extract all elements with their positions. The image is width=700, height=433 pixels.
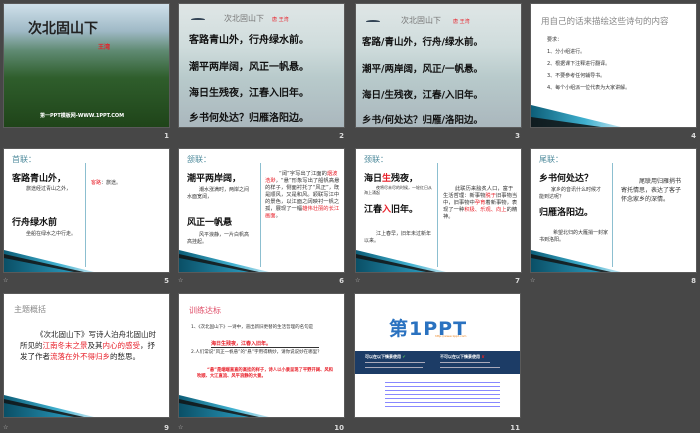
translation: 希望北归的大雁捎一封家书到洛阳。 <box>539 230 609 243</box>
bullet-item: 2、根据课下注释进行翻译。 <box>547 61 611 67</box>
translation: 坐船在绿水之中行走。 <box>26 231 77 237</box>
poem-line: 海日生残夜， <box>364 174 419 184</box>
poem-line: 乡书何处达？ <box>539 174 594 184</box>
poem-line: 乡书/何处达？归雁/洛阳边。 <box>362 115 483 126</box>
slide-number: 8 <box>691 277 696 285</box>
slide-number: 2 <box>339 132 344 140</box>
translation: 风平浪静，一片白帆高高挂起。 <box>187 232 250 245</box>
question: 2.人们常说“风正一帆悬”的“悬”字用得精妙，请你说说妙在哪里？ <box>191 350 322 355</box>
translation: 江上春早，旧年未过新年以来。 <box>364 231 432 244</box>
poem-line: 海日/生残夜，江春/入旧年。 <box>362 90 483 101</box>
slide-number: 4 <box>691 132 696 140</box>
poem-line: 潮平两岸阔，风正一帆悬。 <box>189 62 309 73</box>
slide-heading: 颈联： <box>364 155 388 164</box>
poem-line: 潮平/两岸阔，风正/一帆悬。 <box>362 64 483 75</box>
translation: 潮水涨满时，两岸之间水面宽阔， <box>187 187 250 200</box>
note-term: 客路 <box>91 180 102 186</box>
info-band: 可以在以下情景使用 ✔ 不可以在以下情景使用 ✘ <box>355 351 520 374</box>
poem-line: 风正一帆悬 <box>187 218 233 228</box>
poem-line: 归雁洛阳边。 <box>539 208 594 218</box>
animation-icon: ☆ <box>178 424 184 431</box>
note: “阔”字写出了江面的烟波浩渺，“悬”形象写出了船帆高悬的样子，侧面衬托了“风正”… <box>265 171 340 219</box>
cross-icon: ✘ <box>481 354 485 359</box>
poem-line: 客路/青山外，行舟/绿水前。 <box>362 37 483 48</box>
divider <box>85 163 86 267</box>
slide-title: 次北固山下 <box>28 21 98 37</box>
animation-icon: ☆ <box>3 424 9 431</box>
slide-heading: 训练达标 <box>189 306 221 315</box>
poem-line: 客路青山外，行舟绿水前。 <box>189 35 309 46</box>
slide-author: 唐 王湾 <box>453 19 470 25</box>
slide-thumbnail-9[interactable]: 主题概括 《次北固山下》写诗人泊舟北固山时所见的江南冬末之景及其内心的感受，抒发… <box>3 293 170 418</box>
bullet-item: 1、分小组进行。 <box>547 49 586 55</box>
bullet-item: 3、不要参考任何辅导书。 <box>547 73 606 79</box>
slide-thumbnail-6[interactable]: 颔联： 潮平两岸阔， 潮水涨满时，两岸之间水面宽阔， 风正一帆悬 风平浪静，一片… <box>178 148 345 273</box>
slide-thumbnail-1[interactable]: 次北固山下 王湾 第一PPT模板网-WWW.1PPT.COM <box>3 3 170 128</box>
animation-icon: ☆ <box>530 277 536 284</box>
bird-icon <box>366 20 380 23</box>
slide-thumbnail-11[interactable]: 第1PPT http://www.1ppt.com 可以在以下情景使用 ✔ 不可… <box>354 293 521 418</box>
translation: 旅途经过青山之外， <box>26 186 72 192</box>
slide-number: 9 <box>164 424 169 432</box>
slide-author: 唐 王湾 <box>272 17 289 23</box>
question: 1、《次北固山下》一诗中，道出新旧更替的生活哲理的名句是 <box>191 325 314 330</box>
translation: 夜将尽未尽的时候，一轮红日从海上涌起 <box>364 185 432 195</box>
slide-thumbnail-8[interactable]: 尾联： 乡书何处达？ 家乡的音讯什么时候才能到达呢？ 归雁洛阳边。 希望北归的大… <box>530 148 697 273</box>
note: 客路：旅途。 <box>91 180 121 187</box>
translation: 家乡的音讯什么时候才能到达呢？ <box>539 187 602 200</box>
slide-number: 3 <box>515 132 520 140</box>
slide-number: 11 <box>510 424 520 432</box>
slide-thumbnail-7[interactable]: 颈联： 海日生残夜， 夜将尽未尽的时候，一轮红日从海上涌起 江春入旧年。 江上春… <box>355 148 522 273</box>
note: 尾联用归雁捎书寄托情思，表达了客子怀念家乡的深情。 <box>621 178 682 203</box>
slide-number: 1 <box>164 132 169 140</box>
animation-icon: ☆ <box>178 277 184 284</box>
slide-heading: 尾联： <box>539 155 563 164</box>
slide-author: 王湾 <box>98 44 111 51</box>
link-list <box>385 382 500 408</box>
poem-line: 行舟绿水前 <box>12 218 58 228</box>
poem-line: 客路青山外， <box>12 174 67 184</box>
animation-icon: ☆ <box>3 277 9 284</box>
divider <box>260 163 261 267</box>
poem-line: 乡书何处达？归雁洛阳边。 <box>189 113 309 124</box>
cannot-use-label: 不可以在以下情景使用 ✘ <box>440 354 485 359</box>
slide-number: 5 <box>164 277 169 285</box>
slide-thumbnail-2[interactable]: 次北固山下 唐 王湾 客路青山外，行舟绿水前。 潮平两岸阔，风正一帆悬。 海日生… <box>178 3 345 128</box>
slide-thumbnail-10[interactable]: 训练达标 1、《次北固山下》一诗中，道出新旧更替的生活哲理的名句是 海日生残夜，… <box>178 293 345 418</box>
slide-title: 次北固山下 <box>224 14 264 23</box>
divider <box>612 163 613 267</box>
slide-number: 6 <box>339 277 344 285</box>
can-use-label: 可以在以下情景使用 ✔ <box>365 354 406 359</box>
bullet-item: 要求： <box>547 37 563 43</box>
poem-line: 江春入旧年。 <box>364 205 419 215</box>
check-icon: ✔ <box>402 354 406 359</box>
animation-icon: ☆ <box>355 277 361 284</box>
answer: “悬”是端端直直的高挂的样子，诗人以小景呈现了平野开阔、风和吹顺、大江直流、风平… <box>197 368 333 379</box>
slide-thumbnail-5[interactable]: 首联： 客路青山外， 旅途经过青山之外， 行舟绿水前 坐船在绿水之中行走。 客路… <box>3 148 170 273</box>
note: 此联历来脍炙人口，富于生活哲理：新事物脱于旧事物当中，旧事物中孕育着新事物，表现… <box>443 186 518 220</box>
slide-thumbnail-3[interactable]: 次北固山下 唐 王湾 客路/青山外，行舟/绿水前。 潮平/两岸阔，风正/一帆悬。… <box>355 3 522 128</box>
slide-footer: 第一PPT模板网-WWW.1PPT.COM <box>40 113 125 119</box>
slide-title: 次北固山下 <box>401 16 441 25</box>
poem-line: 海日生残夜，江春入旧年。 <box>189 88 309 99</box>
slide-number: 7 <box>515 277 520 285</box>
slide-title: 用自己的话来描绘这些诗句的内容 <box>541 17 669 27</box>
slide-thumbnail-4[interactable]: 用自己的话来描绘这些诗句的内容 要求： 1、分小组进行。 2、根据课下注释进行翻… <box>530 3 697 128</box>
poem-line: 潮平两岸阔， <box>187 174 242 184</box>
divider <box>437 163 438 267</box>
answer: 海日生残夜，江春入旧年。 <box>211 340 319 348</box>
bird-icon <box>191 18 205 21</box>
slide-number: 10 <box>334 424 344 432</box>
slide-heading: 颔联： <box>187 155 211 164</box>
bullet-item: 4、每个小组派一位代表为大家讲解。 <box>547 85 631 91</box>
slide-heading: 主题概括 <box>14 305 46 314</box>
summary-text: 《次北固山下》写诗人泊舟北固山时所见的江南冬末之景及其内心的感受，抒发了作者流落… <box>20 330 156 361</box>
logo-url: http://www.1ppt.com <box>435 334 467 338</box>
note-text: ：旅途。 <box>101 180 122 186</box>
slide-heading: 首联： <box>12 155 36 164</box>
